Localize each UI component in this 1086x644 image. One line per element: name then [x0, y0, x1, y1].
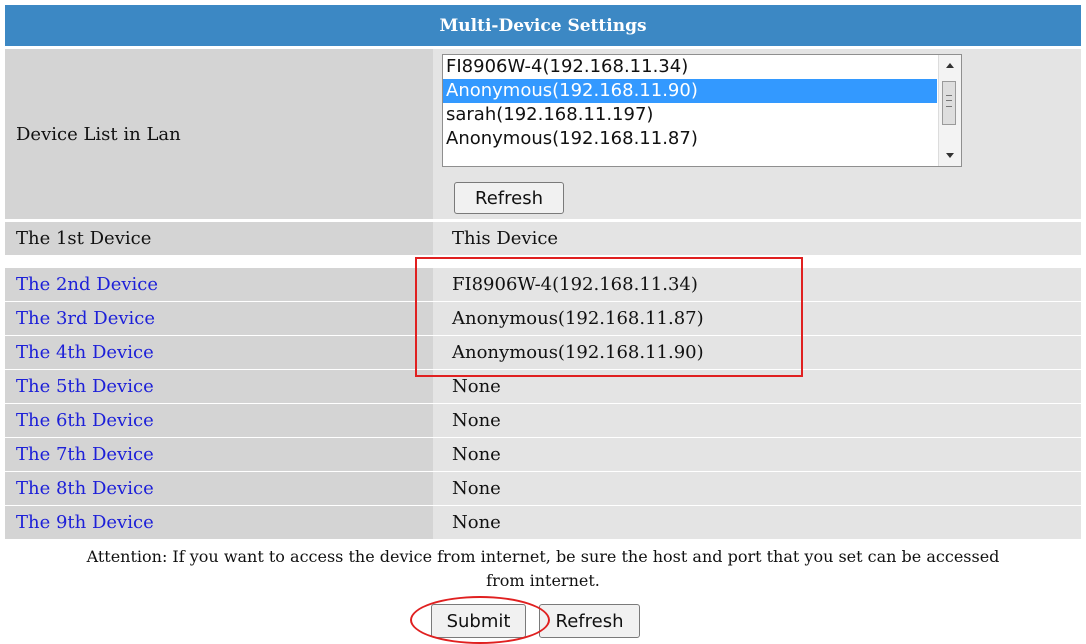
highlight-box	[415, 257, 803, 377]
attention-line-2: from internet.	[486, 571, 600, 590]
device-row-8: The 8th Device None	[5, 472, 1081, 505]
attention-line-1: Attention: If you want to access the dev…	[86, 547, 1000, 566]
lan-refresh-button[interactable]: Refresh	[454, 182, 564, 214]
highlight-oval	[410, 596, 550, 644]
device-row-7: The 7th Device None	[5, 438, 1081, 471]
device-label-link[interactable]: The 3rd Device	[16, 308, 155, 329]
device-value: None	[452, 512, 501, 533]
device-list-label: Device List in Lan	[16, 123, 181, 145]
page-title: Multi-Device Settings	[439, 15, 647, 36]
device-row-1: The 1st Device This Device	[5, 222, 1081, 255]
listbox-item[interactable]: FI8906W-4(192.168.11.34)	[443, 55, 937, 79]
device-value-cell: None	[433, 438, 1081, 471]
device-label-cell: The 7th Device	[5, 438, 433, 471]
scrollbar-thumb[interactable]	[942, 81, 956, 125]
device-label-cell: The 9th Device	[5, 506, 433, 539]
device-list-label-cell: Device List in Lan	[5, 49, 433, 219]
device-value-cell: This Device	[433, 222, 1081, 255]
listbox-item-selected[interactable]: Anonymous(192.168.11.90)	[443, 79, 937, 103]
device-row-9: The 9th Device None	[5, 506, 1081, 539]
device-value-cell: None	[433, 472, 1081, 505]
device-label-link[interactable]: The 5th Device	[16, 376, 154, 397]
device-list-value-cell: FI8906W-4(192.168.11.34) Anonymous(192.1…	[433, 49, 1081, 219]
device-label-cell: The 2nd Device	[5, 268, 433, 301]
footer-refresh-button[interactable]: Refresh	[539, 604, 640, 638]
device-value: None	[452, 376, 501, 397]
device-label-link[interactable]: The 9th Device	[16, 512, 154, 533]
listbox-item[interactable]: Anonymous(192.168.11.87)	[443, 127, 937, 151]
scroll-down-arrow-icon[interactable]	[946, 153, 954, 158]
device-label-cell: The 6th Device	[5, 404, 433, 437]
listbox-scrollbar[interactable]	[938, 55, 961, 166]
device-value-cell: None	[433, 506, 1081, 539]
scroll-up-arrow-icon[interactable]	[946, 63, 954, 68]
device-label: The 1st Device	[16, 228, 152, 249]
settings-header: Multi-Device Settings	[5, 5, 1081, 46]
device-label-link[interactable]: The 2nd Device	[16, 274, 158, 295]
attention-note: Attention: If you want to access the dev…	[5, 545, 1081, 593]
device-label-link[interactable]: The 8th Device	[16, 478, 154, 499]
device-row-6: The 6th Device None	[5, 404, 1081, 437]
device-label-cell: The 3rd Device	[5, 302, 433, 335]
device-label-cell: The 4th Device	[5, 336, 433, 369]
device-list-row: Device List in Lan FI8906W-4(192.168.11.…	[5, 49, 1081, 219]
device-label-link[interactable]: The 4th Device	[16, 342, 154, 363]
device-label-cell: The 5th Device	[5, 370, 433, 403]
device-value: None	[452, 478, 501, 499]
device-value: None	[452, 444, 501, 465]
device-value: This Device	[452, 228, 559, 249]
device-label-cell: The 1st Device	[5, 222, 433, 255]
lan-device-listbox[interactable]: FI8906W-4(192.168.11.34) Anonymous(192.1…	[442, 54, 962, 167]
device-value: None	[452, 410, 501, 431]
device-label-cell: The 8th Device	[5, 472, 433, 505]
device-label-link[interactable]: The 6th Device	[16, 410, 154, 431]
listbox-item[interactable]: sarah(192.168.11.197)	[443, 103, 937, 127]
device-label-link[interactable]: The 7th Device	[16, 444, 154, 465]
device-value-cell: None	[433, 404, 1081, 437]
